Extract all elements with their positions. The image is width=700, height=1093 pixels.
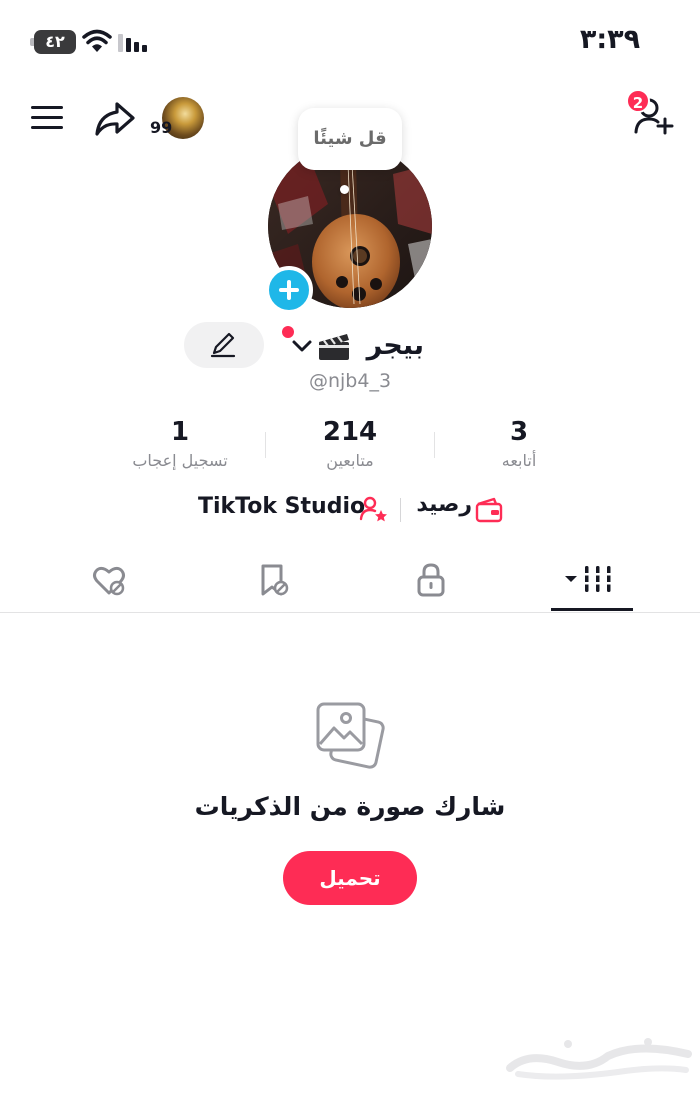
pencil-icon [210, 332, 236, 358]
tools-divider [400, 498, 401, 522]
add-photo-button[interactable] [265, 266, 313, 314]
bubble-dot [340, 185, 349, 194]
following-label: أتابعه [501, 451, 537, 470]
status-bar: ٤٢ ٣:٣٩ [0, 0, 700, 80]
menu-button[interactable] [28, 100, 66, 136]
grid-posts-icon [565, 566, 613, 592]
active-tab-indicator [551, 608, 633, 611]
photos-icon [316, 702, 385, 769]
likes-count: 1 [170, 417, 190, 447]
creator-star-icon [359, 496, 387, 522]
clapperboard-icon [319, 334, 349, 360]
wifi-icon [82, 29, 112, 52]
tabs-divider [0, 612, 700, 613]
studio-label: TikTok Studio [198, 494, 366, 519]
story-count: 99 [150, 118, 173, 137]
stat-divider [434, 432, 435, 458]
stat-followers[interactable]: 214 متابعين [270, 416, 430, 476]
battery-level: ٤٢ [45, 32, 65, 51]
likes-label: تسجيل إعجاب [132, 451, 228, 470]
stat-divider [265, 432, 266, 458]
lock-icon [417, 563, 445, 597]
say-something-bubble[interactable]: قل شيئًا [298, 108, 402, 170]
edit-profile-button[interactable] [184, 322, 264, 368]
liked-hidden-icon [93, 566, 125, 596]
tab-liked[interactable] [64, 552, 154, 612]
display-name: بيجر [366, 330, 424, 361]
favorites-hidden-icon [261, 564, 289, 596]
followers-count: 214 [322, 417, 378, 447]
balance-label: رصيد [416, 492, 472, 517]
tiktok-studio-link[interactable]: TikTok Studio [198, 492, 394, 526]
stat-likes: 1 تسجيل إعجاب [100, 416, 260, 476]
tab-private[interactable] [386, 552, 476, 612]
username: @njb4_3 [308, 370, 392, 392]
watermark-logo [506, 1038, 692, 1080]
following-count: 3 [509, 417, 529, 447]
share-icon[interactable] [92, 98, 138, 140]
signal-icon [118, 34, 147, 52]
upload-button[interactable]: تحميل [283, 851, 417, 905]
wallet-icon [475, 497, 503, 523]
followers-label: متابعين [326, 451, 374, 470]
notification-badge: 2 [626, 89, 650, 113]
balance-link[interactable]: رصيد [412, 492, 506, 526]
tab-favorites[interactable] [228, 552, 318, 612]
empty-state-title: شارك صورة من الذكريات [194, 792, 506, 821]
stat-following[interactable]: 3 أتابعه [439, 416, 599, 476]
tab-posts[interactable] [547, 552, 637, 612]
chevron-down-icon[interactable] [290, 336, 314, 356]
status-time: ٣:٣٩ [579, 24, 641, 55]
battery-icon: ٤٢ [30, 30, 76, 54]
